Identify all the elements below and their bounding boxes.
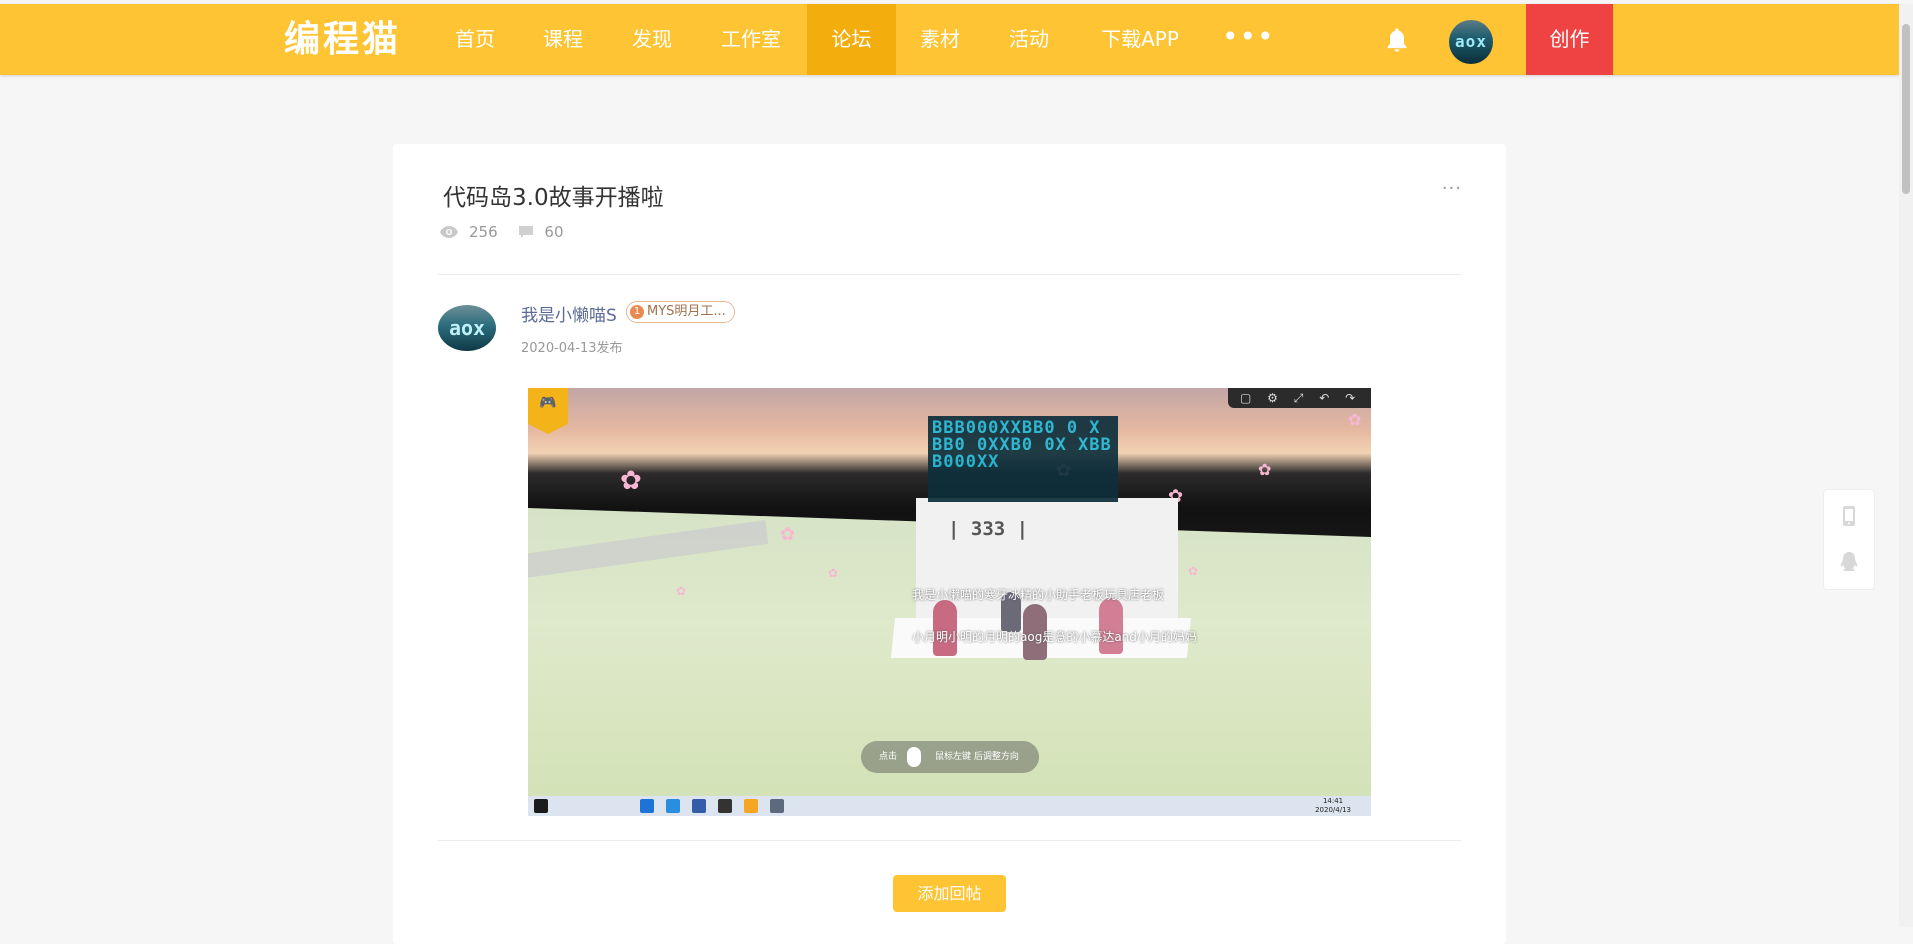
petal-icon: ✿ — [780, 524, 796, 545]
hint-left-text: 点击 — [879, 752, 898, 762]
clock-time: 14:41 — [1322, 797, 1344, 805]
petal-icon: ✿ — [1188, 564, 1199, 578]
hint-right-text: 鼠标左键 后调整方向 — [935, 752, 1019, 762]
petal-icon: ✿ — [1258, 460, 1272, 479]
overlay-caption-1: 我是小懒喵的寒牙冰精的小助手老板玩具店老板 — [912, 588, 1165, 602]
post-stats: 256 60 — [439, 222, 580, 244]
edge-icon — [640, 799, 654, 813]
side-float-toolbar — [1823, 489, 1875, 590]
scrollbar-thumb[interactable] — [1902, 24, 1910, 194]
fullscreen-icon: ⤢ — [1293, 391, 1304, 405]
petal-icon: ✿ — [620, 466, 642, 496]
badge-label: MYS明月工... — [647, 304, 726, 319]
petal-icon: ✿ — [676, 584, 687, 598]
top-navigation-bar: 编程猫 首页 课程 发现 工作室 论坛 素材 活动 下载APP ••• aox … — [0, 4, 1899, 75]
image-toolbar: ▢ ⚙ ⤢ ↶ ↷ — [1228, 388, 1371, 408]
author-avatar[interactable]: aox — [438, 305, 496, 351]
taskbar-clock: 14:41 2020/4/13 — [1315, 797, 1351, 815]
comment-icon — [519, 226, 534, 238]
nav-courses[interactable]: 课程 — [527, 4, 599, 75]
nav-home[interactable]: 首页 — [439, 4, 511, 75]
author-name[interactable]: 我是小懒喵S — [521, 301, 617, 326]
view-count: 256 — [439, 223, 498, 241]
post-date: 2020-04-13发布 — [521, 341, 623, 356]
divider — [438, 840, 1461, 841]
windows-icon — [534, 799, 548, 813]
nav-more-icon[interactable]: ••• — [1222, 4, 1275, 75]
redo-icon: ↷ — [1345, 391, 1356, 405]
post-title: 代码岛3.0故事开播啦 — [443, 185, 664, 211]
bell-icon[interactable] — [1383, 26, 1411, 54]
nav-materials[interactable]: 素材 — [904, 4, 976, 75]
mouse-icon — [907, 747, 921, 767]
add-reply-button[interactable]: 添加回帖 — [893, 875, 1006, 912]
divider — [438, 274, 1461, 275]
petal-icon: ✿ — [828, 566, 839, 580]
post-card: 代码岛3.0故事开播啦 ··· 256 60 aox 我是小懒喵S 1 MYS明月… — [393, 144, 1506, 944]
eye-icon — [440, 226, 458, 238]
site-logo[interactable]: 编程猫 — [284, 18, 401, 62]
overlay-caption-2: 小月明小明的月明的aog是意的小慕达and小月的妈妈 — [912, 630, 1197, 644]
app-icon — [744, 799, 758, 813]
nav-discover[interactable]: 发现 — [616, 4, 688, 75]
image-taskbar: 14:41 2020/4/13 — [528, 796, 1371, 816]
mouse-hint: 点击 鼠标左键 后调整方向 — [861, 741, 1039, 773]
clock-date: 2020/4/13 — [1315, 806, 1351, 814]
character — [1099, 598, 1123, 654]
comment-count-value: 60 — [544, 222, 564, 241]
mobile-icon[interactable] — [1837, 504, 1861, 528]
image-sign-mid: | 333 | — [948, 518, 1029, 540]
nav-download-app[interactable]: 下载APP — [1088, 4, 1192, 75]
post-image[interactable]: ✿ ✿ ✿ ✿ ✿ ✿ ✿ ✿ ✿ BBB000XXBB0 0 X BB0 0X… — [528, 388, 1371, 816]
image-sign-top: BBB000XXBB0 0 X BB0 0XXB0 0X XBBB000XX — [928, 416, 1118, 502]
comment-count: 60 — [518, 222, 564, 241]
mail-icon — [692, 799, 706, 813]
undo-icon: ↶ — [1319, 391, 1330, 405]
nav-events[interactable]: 活动 — [993, 4, 1065, 75]
settings-icon: ⚙ — [1267, 391, 1278, 405]
app-icon — [770, 799, 784, 813]
qq-icon[interactable] — [1837, 550, 1861, 574]
user-avatar[interactable]: aox — [1449, 20, 1493, 64]
nav-studio[interactable]: 工作室 — [709, 4, 793, 75]
badge-level: 1 — [630, 305, 644, 319]
page-scrollbar[interactable] — [1899, 4, 1913, 927]
petal-icon: ✿ — [1348, 410, 1362, 429]
app-icon — [666, 799, 680, 813]
post-more-icon[interactable]: ··· — [1442, 178, 1462, 199]
nav-forum[interactable]: 论坛 — [807, 4, 896, 75]
create-button[interactable]: 创作 — [1526, 4, 1613, 75]
store-icon — [718, 799, 732, 813]
image-characters — [933, 592, 1163, 660]
comment-icon: ▢ — [1240, 391, 1252, 405]
view-count-value: 256 — [469, 222, 498, 241]
author-badge: 1 MYS明月工... — [626, 301, 735, 323]
